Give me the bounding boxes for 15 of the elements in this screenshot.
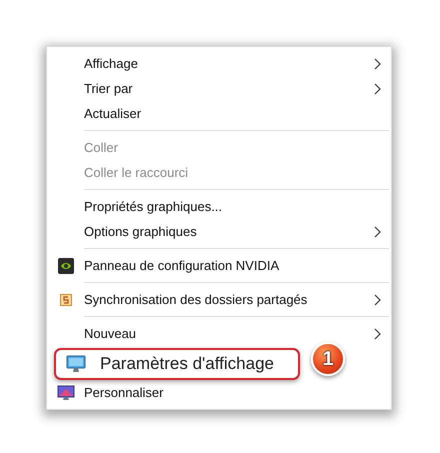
- menu-item[interactable]: Propriétés graphiques...: [84, 199, 391, 214]
- menu-item[interactable]: Options graphiques: [84, 224, 374, 239]
- menu-item[interactable]: Nouveau: [84, 326, 374, 341]
- monitor-icon: [56, 384, 74, 400]
- monitor-icon: [66, 355, 86, 373]
- menu-item[interactable]: Panneau de configuration NVIDIA: [84, 258, 391, 273]
- menu-item[interactable]: Trier par: [84, 81, 374, 96]
- menu-item[interactable]: Personnaliser: [84, 385, 391, 400]
- highlighted-menu-item[interactable]: Paramètres d'affichage: [54, 348, 300, 380]
- step-badge: 1: [311, 342, 345, 376]
- menu-item[interactable]: Actualiser: [84, 106, 391, 121]
- menu-item[interactable]: Synchronisation des dossiers partagés: [84, 292, 374, 307]
- chip-icon: [58, 258, 74, 274]
- document-icon: [60, 294, 72, 306]
- menu-item[interactable]: Affichage: [84, 56, 374, 71]
